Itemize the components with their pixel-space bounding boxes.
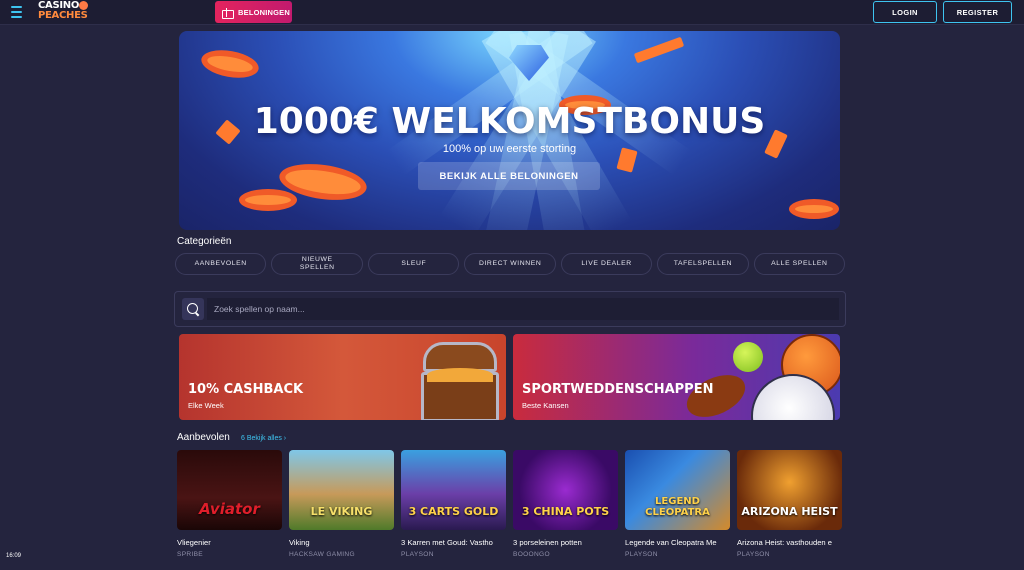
logo-line2: PEACHES [38,10,88,21]
category-table-games[interactable]: TAFELSPELLEN [657,253,749,275]
game-thumbnail[interactable]: Aviator [177,450,282,530]
rewards-label: BELONINGEN [238,7,291,17]
hamburger-menu-icon[interactable] [8,4,26,20]
game-provider: PLAYSON [401,551,434,558]
game-card[interactable]: 3 CARTS GOLD 3 Karren met Goud: Vastho P… [401,450,506,558]
recommended-heading: Aanbevolen [177,432,230,443]
game-card[interactable]: LE VIKING Viking HACKSAW GAMING [289,450,394,558]
game-name: Legende van Cleopatra Me [625,538,717,547]
clock: 16:09 [6,553,22,559]
categories-heading: Categorieën [177,236,232,247]
game-art-text: ARIZONA HEIST [741,505,838,518]
game-name: 3 Karren met Goud: Vastho [401,538,493,547]
promo-title: SPORTWEDDENSCHAPPEN [522,382,714,397]
category-recommended[interactable]: AANBEVOLEN [175,253,267,275]
game-thumbnail[interactable]: ARIZONA HEIST [737,450,842,530]
game-provider: SPRIBE [177,551,203,558]
game-name: Arizona Heist: vasthouden e [737,538,832,547]
category-instant-win[interactable]: DIRECT WINNEN [464,253,556,275]
ribbon-decoration [633,36,685,64]
login-button[interactable]: LOGIN [873,1,937,23]
game-thumbnail[interactable]: LEGEND CLEOPATRA [625,450,730,530]
peach-icon [79,1,88,10]
game-card[interactable]: LEGEND CLEOPATRA Legende van Cleopatra M… [625,450,730,558]
game-art-text: LE VIKING [310,505,373,518]
category-live-dealer[interactable]: LIVE DEALER [560,253,653,275]
hero-banner[interactable]: 1000€ WELKOMSTBONUS 100% op uw eerste st… [179,31,840,230]
category-slots[interactable]: SLEUF [368,253,460,275]
promo-subtitle: Elke Week [188,401,224,410]
game-provider: BOOONGO [513,551,550,558]
view-all-link[interactable]: 6 Bekijk alles › [241,435,286,442]
coin-decoration [199,46,261,82]
game-art-text: LEGEND CLEOPATRA [645,496,710,518]
category-new-games[interactable]: NIEUWE SPELLEN [271,253,364,275]
coin-decoration [789,199,839,219]
game-thumbnail[interactable]: LE VIKING [289,450,394,530]
category-all-games[interactable]: ALLE SPELLEN [753,253,846,275]
game-provider: HACKSAW GAMING [289,551,355,558]
view-rewards-button[interactable]: BEKIJK ALLE BELONINGEN [418,162,600,190]
game-card[interactable]: ARIZONA HEIST Arizona Heist: vasthouden … [737,450,842,558]
view-all-label: 6 Bekijk alles [241,435,282,442]
game-art-text: 3 CHINA POTS [521,505,610,518]
category-tabs: AANBEVOLEN NIEUWE SPELLEN SLEUF DIRECT W… [175,253,846,276]
tennis-ball-icon [733,342,763,372]
register-button[interactable]: REGISTER [943,1,1012,23]
search-icon[interactable] [182,298,204,320]
hero-subtitle: 100% op uw eerste storting [442,143,577,155]
coin-decoration [239,189,297,211]
game-card[interactable]: 3 CHINA POTS 3 porseleinen potten BOOONG… [513,450,618,558]
game-provider: PLAYSON [625,551,658,558]
casino-logo[interactable]: CASINO PEACHES [38,1,90,23]
promo-cashback[interactable]: 10% CASHBACK Elke Week [179,334,506,420]
scrollbar[interactable] [1018,25,1024,570]
game-art-text: 3 CARTS GOLD [408,505,499,518]
gift-icon [222,7,234,19]
game-thumbnail[interactable]: 3 CHINA POTS [513,450,618,530]
treasure-chest-icon [417,342,503,420]
top-bar: CASINO PEACHES BELONINGEN LOGIN REGISTER [0,0,1024,25]
rewards-button[interactable]: BELONINGEN [215,1,292,23]
game-provider: PLAYSON [737,551,770,558]
search-bar [174,291,846,327]
game-name: Viking [289,538,310,547]
search-input[interactable] [207,298,839,320]
game-name: Vliegenier [177,538,211,547]
game-thumbnail[interactable]: 3 CARTS GOLD [401,450,506,530]
game-name: 3 porseleinen potten [513,538,582,547]
game-art-text: Aviator [199,500,260,518]
promo-subtitle: Beste Kansen [522,401,569,410]
promo-sports-betting[interactable]: SPORTWEDDENSCHAPPEN Beste Kansen [513,334,840,420]
promo-title: 10% CASHBACK [188,382,304,397]
game-card[interactable]: Aviator Vliegenier SPRIBE [177,450,282,558]
hero-title: 1000€ WELKOMSTBONUS [253,101,766,142]
